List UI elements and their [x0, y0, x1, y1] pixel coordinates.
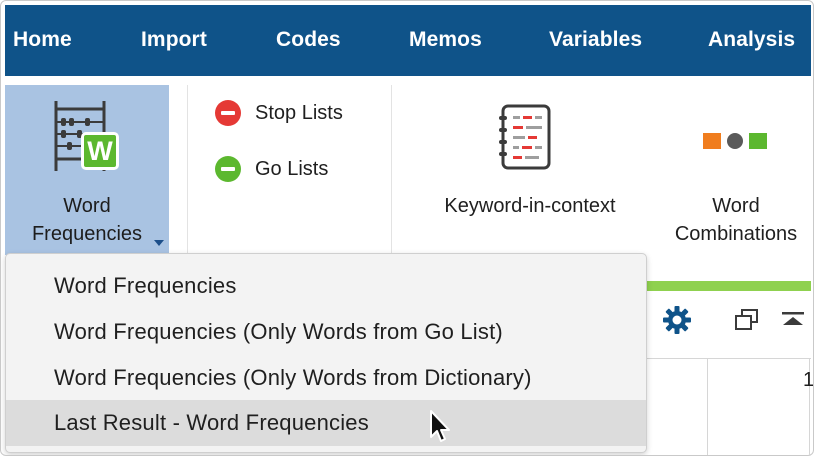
stop-lists-button[interactable]: Stop Lists — [215, 98, 343, 128]
w-badge-letter: W — [87, 136, 113, 166]
go-lists-label: Go Lists — [255, 157, 329, 180]
w-badge: W — [81, 132, 119, 170]
ribbon-divider — [187, 85, 188, 255]
ribbon-divider — [391, 85, 392, 255]
column-divider — [707, 359, 708, 455]
menu-memos[interactable]: Memos — [409, 5, 482, 76]
stop-lists-label: Stop Lists — [255, 101, 343, 124]
notebook-icon — [499, 104, 551, 170]
minus-circle-icon — [215, 100, 241, 126]
app-window: Home Import Codes Memos Variables Analys… — [0, 0, 814, 456]
word-combinations-label-line1: Word — [712, 195, 760, 217]
result-toolbar — [641, 291, 811, 357]
go-lists-button[interactable]: Go Lists — [215, 154, 328, 184]
menu-home[interactable]: Home — [13, 5, 72, 76]
shapes-icon — [703, 131, 773, 151]
menu-import[interactable]: Import — [141, 5, 207, 76]
menu-variables[interactable]: Variables — [549, 5, 642, 76]
ribbon: W Word Frequencies Stop Lists Go Lists K… — [5, 76, 811, 266]
menu-codes[interactable]: Codes — [276, 5, 341, 76]
word-combinations-label-line2: Combinations — [674, 223, 798, 245]
word-frequencies-button[interactable]: W Word Frequencies — [5, 85, 169, 255]
mouse-cursor-icon — [430, 410, 450, 442]
gear-icon[interactable] — [662, 305, 692, 335]
menu-item-word-frequencies-go-list[interactable]: Word Frequencies (Only Words from Go Lis… — [6, 309, 646, 355]
column-header-partial: 1 — [803, 369, 814, 391]
window-restore-icon[interactable] — [735, 309, 759, 331]
dropdown-caret-icon[interactable] — [154, 240, 164, 246]
word-frequencies-dropdown-menu: Word Frequencies Word Frequencies (Only … — [5, 253, 647, 453]
collapse-up-icon[interactable] — [781, 311, 805, 327]
menu-item-word-frequencies-dictionary[interactable]: Word Frequencies (Only Words from Dictio… — [6, 355, 646, 401]
menu-item-word-frequencies[interactable]: Word Frequencies — [6, 263, 646, 309]
menu-analysis[interactable]: Analysis — [708, 5, 795, 76]
keyword-in-context-button[interactable]: Keyword-in-context — [425, 96, 635, 226]
word-combinations-button[interactable]: Word Combinations — [661, 96, 811, 256]
word-frequencies-label-line1: Word — [63, 195, 111, 217]
toolbar-divider — [641, 358, 811, 359]
keyword-in-context-label: Keyword-in-context — [444, 195, 616, 217]
minus-circle-icon — [215, 156, 241, 182]
progress-strip — [641, 281, 811, 291]
menu-item-last-result-word-frequencies[interactable]: Last Result - Word Frequencies — [6, 400, 646, 446]
main-menu-bar: Home Import Codes Memos Variables Analys… — [5, 5, 811, 76]
word-frequencies-label-line2: Frequencies — [31, 223, 143, 245]
